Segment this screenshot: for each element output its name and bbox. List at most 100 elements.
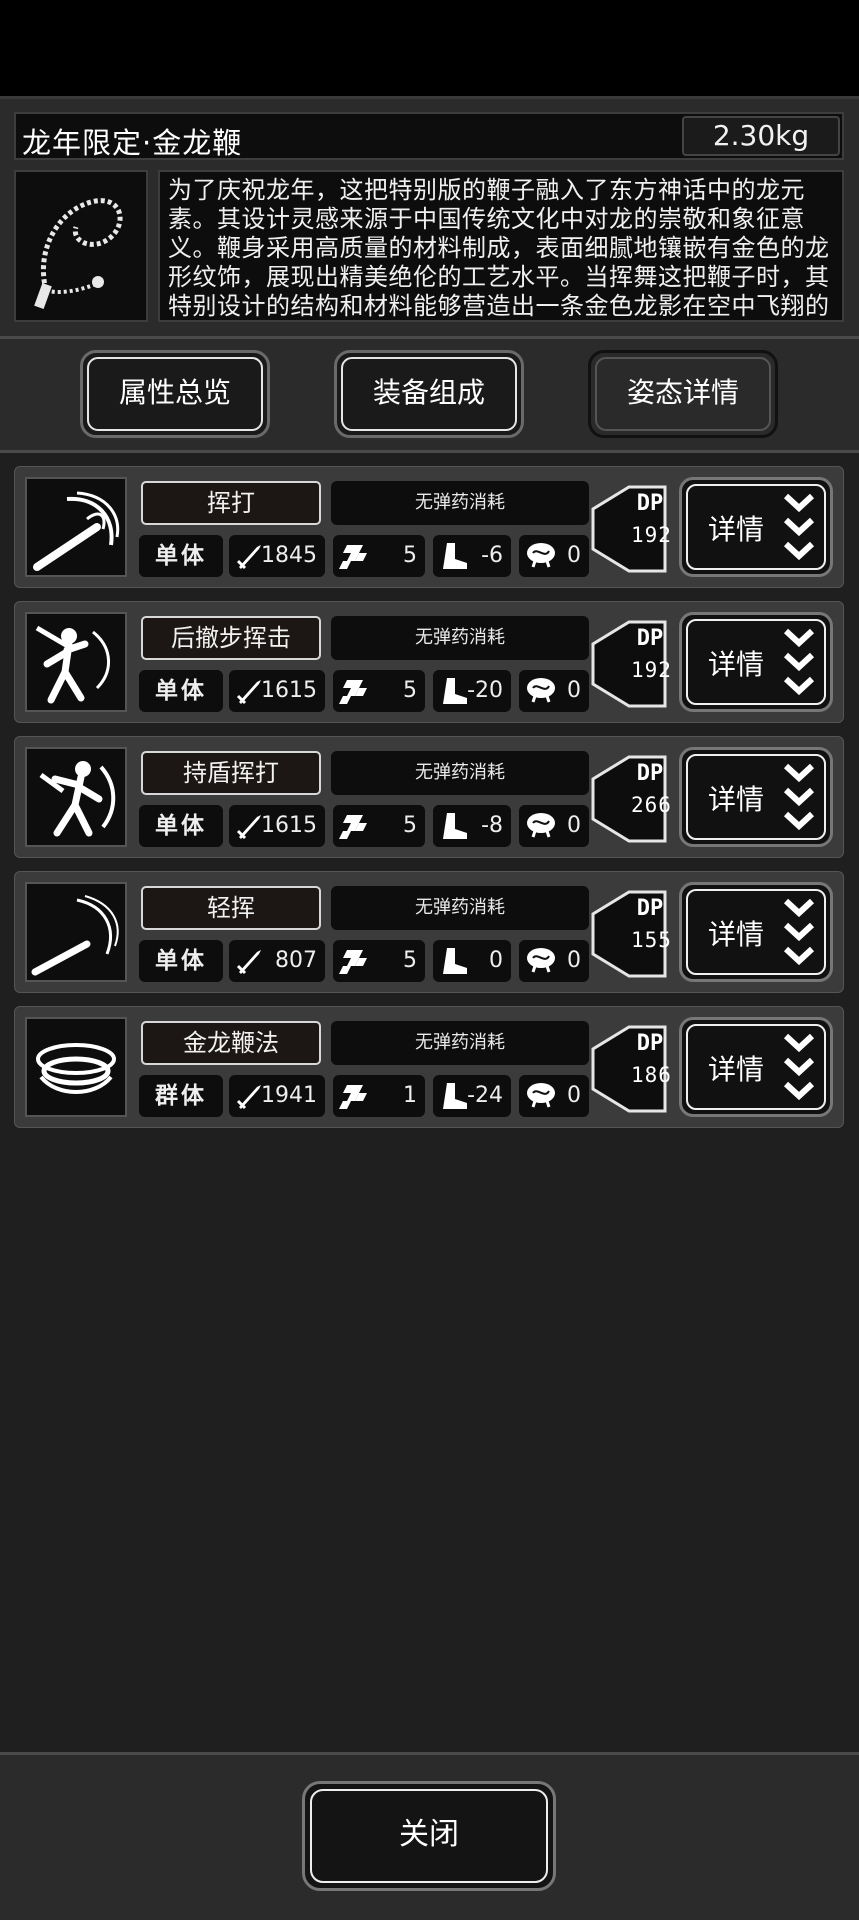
attack-value: 1941 bbox=[261, 1083, 317, 1108]
speed-stat: 5 bbox=[333, 535, 425, 577]
backstep-strike-icon bbox=[35, 625, 110, 704]
skill-row: 后撤步挥击 无弹药消耗 单体 1615 5 -20 0 DP 192 详情 bbox=[14, 601, 844, 723]
attack-stat: 1845 bbox=[229, 535, 325, 577]
speed-value: 5 bbox=[403, 543, 417, 568]
move-stat: 0 bbox=[433, 940, 511, 982]
attack-stat: 1615 bbox=[229, 670, 325, 712]
dp-label: DP bbox=[636, 491, 664, 516]
attack-stat: 807 bbox=[229, 940, 325, 982]
attack-value: 1615 bbox=[261, 813, 317, 838]
crit-value: 0 bbox=[567, 1083, 581, 1108]
brain-icon bbox=[527, 948, 555, 973]
skill-detail-button[interactable]: 详情 bbox=[679, 882, 833, 982]
skill-icon bbox=[25, 1017, 127, 1117]
checker-flag-icon bbox=[339, 680, 367, 704]
light-swing-icon bbox=[31, 895, 119, 976]
ammo-consumption: 无弹药消耗 bbox=[331, 1021, 589, 1065]
skill-row: 轻挥 无弹药消耗 单体 807 5 0 0 DP 155 详情 bbox=[14, 871, 844, 993]
speed-stat: 5 bbox=[333, 805, 425, 847]
sword-icon bbox=[236, 950, 261, 975]
weapon-image bbox=[14, 170, 148, 322]
tab-stance-details[interactable]: 姿态详情 bbox=[588, 350, 778, 438]
dragon-whip-art-icon bbox=[36, 1043, 116, 1094]
skill-icon bbox=[25, 612, 127, 712]
skill-icon bbox=[25, 477, 127, 577]
attack-value: 1845 bbox=[261, 543, 317, 568]
skill-detail-button[interactable]: 详情 bbox=[679, 747, 833, 847]
tab-equipment-composition[interactable]: 装备组成 bbox=[334, 350, 524, 438]
whip-swing-icon bbox=[33, 491, 120, 571]
boot-icon bbox=[443, 948, 467, 974]
dp-value: 155 bbox=[631, 928, 672, 952]
speed-stat: 5 bbox=[333, 670, 425, 712]
move-value: -8 bbox=[481, 813, 503, 838]
ammo-consumption: 无弹药消耗 bbox=[331, 616, 589, 660]
skill-detail-button[interactable]: 详情 bbox=[679, 477, 833, 577]
shield-swing-icon bbox=[39, 761, 116, 837]
tab-attribute-overview[interactable]: 属性总览 bbox=[80, 350, 270, 438]
skill-row: 金龙鞭法 无弹药消耗 群体 1941 1 -24 0 DP 186 详情 bbox=[14, 1006, 844, 1128]
dp-value: 192 bbox=[631, 523, 672, 547]
skill-icon bbox=[25, 882, 127, 982]
target-type: 单体 bbox=[139, 940, 223, 982]
speed-stat: 1 bbox=[333, 1075, 425, 1117]
dp-value: 186 bbox=[631, 1063, 672, 1087]
skill-detail-button[interactable]: 详情 bbox=[679, 1017, 833, 1117]
close-button[interactable]: 关闭 bbox=[302, 1781, 556, 1891]
golden-dragon-whip-icon bbox=[34, 198, 123, 309]
skill-name: 后撤步挥击 bbox=[141, 616, 321, 660]
speed-value: 5 bbox=[403, 948, 417, 973]
checker-flag-icon bbox=[339, 1085, 367, 1109]
crit-stat: 0 bbox=[519, 1075, 589, 1117]
target-type: 群体 bbox=[139, 1075, 223, 1117]
attack-value: 1615 bbox=[261, 678, 317, 703]
move-value: -6 bbox=[481, 543, 503, 568]
dp-value: 266 bbox=[631, 793, 672, 817]
dp-label: DP bbox=[636, 896, 664, 921]
speed-stat: 5 bbox=[333, 940, 425, 982]
crit-stat: 0 bbox=[519, 805, 589, 847]
crit-value: 0 bbox=[567, 948, 581, 973]
brain-icon bbox=[527, 678, 555, 703]
attack-stat: 1941 bbox=[229, 1075, 325, 1117]
skill-name: 轻挥 bbox=[141, 886, 321, 930]
weapon-description-box[interactable]: 为了庆祝龙年，这把特别版的鞭子融入了东方神话中的龙元素。其设计灵感来源于中国传统… bbox=[158, 170, 844, 322]
triple-chevron-down-icon bbox=[783, 898, 815, 966]
skill-name: 金龙鞭法 bbox=[141, 1021, 321, 1065]
brain-icon bbox=[527, 543, 555, 568]
checker-flag-icon bbox=[339, 950, 367, 974]
speed-value: 1 bbox=[403, 1083, 417, 1108]
triple-chevron-down-icon bbox=[783, 763, 815, 831]
detail-label: 详情 bbox=[708, 783, 765, 816]
detail-label: 详情 bbox=[708, 648, 765, 681]
boot-icon bbox=[443, 1083, 467, 1109]
triple-chevron-down-icon bbox=[783, 493, 815, 561]
skill-row: 持盾挥打 无弹药消耗 单体 1615 5 -8 0 DP 266 详情 bbox=[14, 736, 844, 858]
brain-icon bbox=[527, 813, 555, 838]
dp-label: DP bbox=[636, 761, 664, 786]
attack-value: 807 bbox=[275, 948, 317, 973]
move-value: -24 bbox=[467, 1083, 503, 1108]
boot-icon bbox=[443, 678, 467, 704]
checker-flag-icon bbox=[339, 545, 367, 569]
skill-detail-button[interactable]: 详情 bbox=[679, 612, 833, 712]
dp-value: 192 bbox=[631, 658, 672, 682]
ammo-consumption: 无弹药消耗 bbox=[331, 886, 589, 930]
target-type: 单体 bbox=[139, 805, 223, 847]
separator bbox=[0, 336, 859, 339]
move-stat: -6 bbox=[433, 535, 511, 577]
triple-chevron-down-icon bbox=[783, 628, 815, 696]
boot-icon bbox=[443, 813, 467, 839]
crit-stat: 0 bbox=[519, 670, 589, 712]
move-stat: -8 bbox=[433, 805, 511, 847]
detail-label: 详情 bbox=[708, 918, 765, 951]
brain-icon bbox=[527, 1083, 555, 1108]
crit-stat: 0 bbox=[519, 940, 589, 982]
crit-stat: 0 bbox=[519, 535, 589, 577]
skill-icon bbox=[25, 747, 127, 847]
triple-chevron-down-icon bbox=[783, 1033, 815, 1101]
checker-flag-icon bbox=[339, 815, 367, 839]
move-value: -20 bbox=[467, 678, 503, 703]
detail-label: 详情 bbox=[708, 513, 765, 546]
detail-label: 详情 bbox=[708, 1053, 765, 1086]
